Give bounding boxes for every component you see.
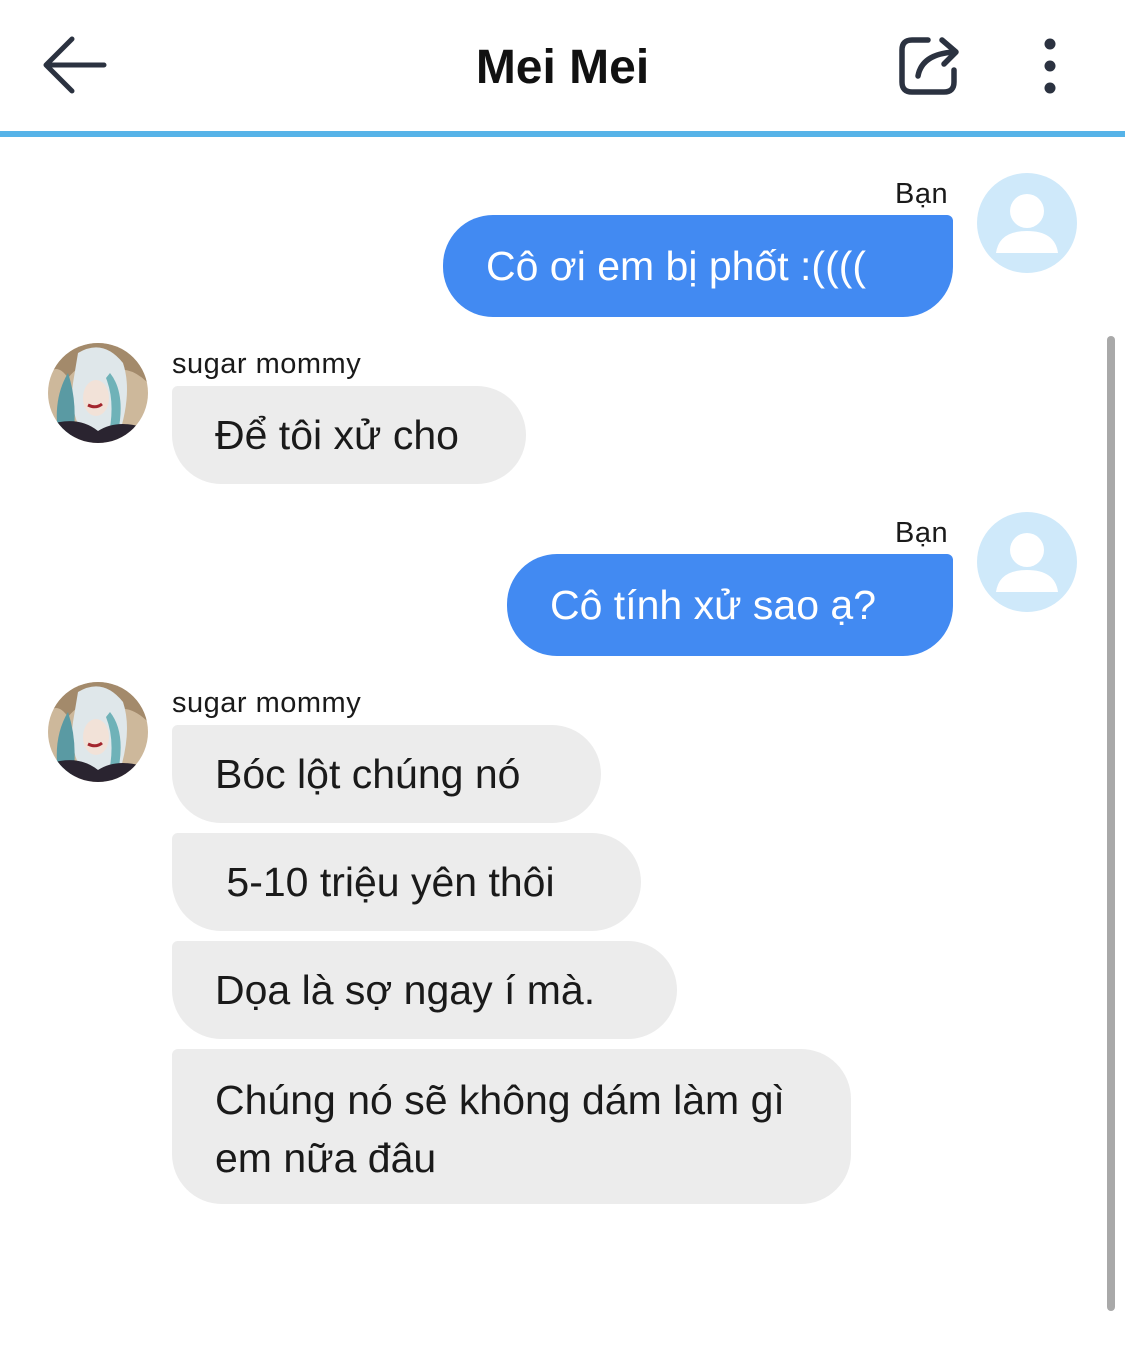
sender-name-contact: sugar mommy — [172, 348, 362, 380]
default-user-icon — [996, 533, 1058, 592]
chat-title: Mei Mei — [475, 41, 650, 94]
header-divider — [0, 131, 1125, 137]
more-options-button[interactable] — [1028, 32, 1072, 100]
sender-name-you: Bạn — [895, 178, 949, 210]
message-bubble-outgoing[interactable]: Cô ơi em bị phốt :(((( — [443, 215, 953, 317]
sender-name-you: Bạn — [895, 517, 949, 549]
sender-name-contact: sugar mommy — [172, 687, 362, 719]
default-user-icon — [996, 194, 1058, 253]
anime-character-avatar-icon — [48, 343, 148, 443]
message-bubble-incoming[interactable]: Dọa là sợ ngay í mà. — [172, 941, 677, 1039]
back-arrow-icon — [43, 36, 107, 94]
contact-avatar[interactable] — [48, 682, 148, 782]
chat-header: Mei Mei — [0, 0, 1125, 131]
message-bubble-incoming[interactable]: Chúng nó sẽ không dám làm gì em nữa đâu — [172, 1049, 851, 1204]
user-avatar[interactable] — [977, 173, 1077, 273]
chat-screen: Mei Mei Bạn Cô ơi em bị phốt :((((sugar… — [0, 0, 1125, 1365]
message-bubble-incoming[interactable]: 5-10 triệu yên thôi — [172, 833, 641, 931]
more-vertical-icon — [1044, 38, 1056, 94]
anime-character-avatar-icon — [48, 682, 148, 782]
message-bubble-incoming[interactable]: Để tôi xử cho — [172, 386, 526, 484]
user-avatar[interactable] — [977, 512, 1077, 612]
message-bubble-outgoing[interactable]: Cô tính xử sao ạ? — [507, 554, 953, 656]
message-bubble-incoming[interactable]: Bóc lột chúng nó — [172, 725, 601, 823]
share-button[interactable] — [892, 30, 968, 102]
back-button[interactable] — [34, 28, 114, 102]
scrollbar[interactable] — [1107, 336, 1115, 1311]
contact-avatar[interactable] — [48, 343, 148, 443]
share-icon — [899, 37, 959, 95]
